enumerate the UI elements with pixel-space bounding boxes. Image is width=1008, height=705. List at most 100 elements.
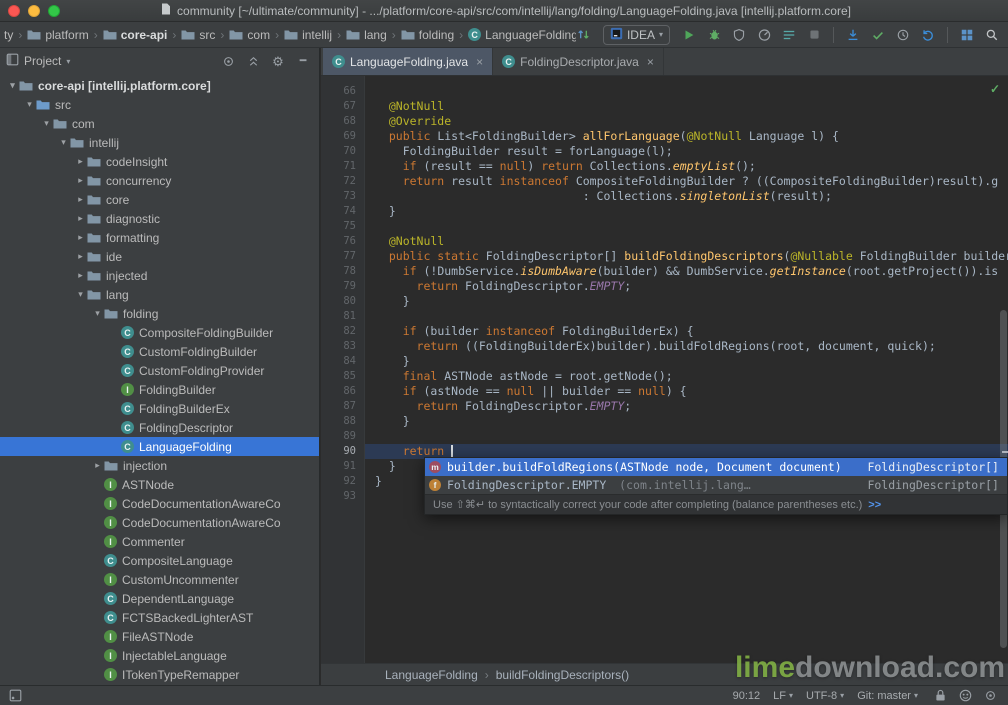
line-number[interactable]: 76	[321, 234, 364, 249]
toolwindow-switch-icon[interactable]	[7, 688, 23, 704]
line-number[interactable]: 93	[321, 489, 364, 504]
breadcrumb-item[interactable]: core-api	[101, 27, 170, 43]
line-number[interactable]: 73	[321, 189, 364, 204]
code-line[interactable]: if (!DumbService.isDumbAware(builder) &&…	[365, 264, 1008, 279]
code-line[interactable]: }	[365, 414, 1008, 429]
line-number[interactable]: 84	[321, 354, 364, 369]
chevron-down-icon[interactable]: ▾	[66, 57, 70, 66]
tree-item[interactable]: C CompositeFoldingBuilder	[0, 323, 319, 342]
line-number[interactable]: 66	[321, 84, 364, 99]
line-number[interactable]: 83	[321, 339, 364, 354]
code-line[interactable]: public static FoldingDescriptor[] buildF…	[365, 249, 1008, 264]
status-line-separator[interactable]: LF ▾	[773, 690, 793, 702]
tree-item[interactable]: ▸ codeInsight	[0, 152, 319, 171]
code-line[interactable]: if (astNode == null || builder == null) …	[365, 384, 1008, 399]
code-lines[interactable]: @NotNull @Override public List<FoldingBu…	[365, 76, 1008, 663]
tree-item[interactable]: C FoldingBuilderEx	[0, 399, 319, 418]
code-line[interactable]: }	[365, 204, 1008, 219]
tree-item[interactable]: ▸ injection	[0, 456, 319, 475]
line-number[interactable]: 80	[321, 294, 364, 309]
tab-close-icon[interactable]: ×	[476, 55, 483, 69]
debug-icon[interactable]	[706, 27, 722, 43]
breadcrumb-item[interactable]: folding	[399, 27, 456, 43]
code-line[interactable]: : Collections.singletonList(result);	[365, 189, 1008, 204]
vcs-commit-icon[interactable]	[870, 27, 886, 43]
locate-icon[interactable]	[982, 688, 998, 704]
code-line[interactable]: final ASTNode astNode = root.getNode();	[365, 369, 1008, 384]
tree-item[interactable]: C LanguageFolding	[0, 437, 319, 456]
tree-expanded-arrow-icon[interactable]: ▾	[57, 137, 70, 148]
tree-expanded-arrow-icon[interactable]: ▾	[23, 99, 36, 110]
code-line[interactable]	[365, 84, 1008, 99]
editor-tab[interactable]: C FoldingDescriptor.java ×	[493, 48, 664, 75]
line-number[interactable]: 87	[321, 399, 364, 414]
tree-item[interactable]: ▸ diagnostic	[0, 209, 319, 228]
tree-item[interactable]: I ASTNode	[0, 475, 319, 494]
run-icon[interactable]	[681, 27, 697, 43]
inspection-status-icon[interactable]: ✓	[990, 82, 1000, 96]
code-line[interactable]	[365, 309, 1008, 324]
lock-icon[interactable]	[932, 688, 948, 704]
line-number[interactable]: 90	[321, 444, 364, 459]
vcs-rollback-icon[interactable]	[920, 27, 936, 43]
status-vcs-branch[interactable]: Git: master ▾	[857, 690, 918, 702]
line-number[interactable]: 88	[321, 414, 364, 429]
tree-item[interactable]: ▾ core-api [intellij.platform.core]	[0, 76, 319, 95]
line-number[interactable]: 68	[321, 114, 364, 129]
tree-item[interactable]: ▾ intellij	[0, 133, 319, 152]
tree-collapsed-arrow-icon[interactable]: ▸	[74, 194, 87, 205]
breadcrumb-item[interactable]: ty	[2, 27, 15, 43]
code-line[interactable]: @NotNull	[365, 234, 1008, 249]
code-line[interactable]: @Override	[365, 114, 1008, 129]
code-line[interactable]: return result instanceof CompositeFoldin…	[365, 174, 1008, 189]
tree-expanded-arrow-icon[interactable]: ▾	[74, 289, 87, 300]
line-number[interactable]: 75	[321, 219, 364, 234]
tree-item[interactable]: ▾ folding	[0, 304, 319, 323]
line-number[interactable]: 74	[321, 204, 364, 219]
coverage-icon[interactable]	[731, 27, 747, 43]
tree-item[interactable]: ▸ concurrency	[0, 171, 319, 190]
tree-collapsed-arrow-icon[interactable]: ▸	[91, 460, 104, 471]
tree-expanded-arrow-icon[interactable]: ▾	[40, 118, 53, 129]
tree-item[interactable]: I CodeDocumentationAwareCo	[0, 513, 319, 532]
breadcrumb-item[interactable]: lang	[344, 27, 389, 43]
line-number[interactable]: 67	[321, 99, 364, 114]
status-encoding[interactable]: UTF-8 ▾	[806, 690, 844, 702]
tool-windows-icon[interactable]	[959, 27, 975, 43]
breadcrumb-item[interactable]: src	[179, 27, 217, 43]
tree-item[interactable]: ▸ core	[0, 190, 319, 209]
locate-icon[interactable]	[220, 53, 236, 69]
tree-item[interactable]: I InjectableLanguage	[0, 646, 319, 665]
code-line[interactable]: public List<FoldingBuilder> allForLangua…	[365, 129, 1008, 144]
line-number[interactable]: 71	[321, 159, 364, 174]
tree-collapsed-arrow-icon[interactable]: ▸	[74, 232, 87, 243]
profiler-icon[interactable]	[756, 27, 772, 43]
code-line[interactable]	[365, 219, 1008, 234]
tree-collapsed-arrow-icon[interactable]: ▸	[74, 213, 87, 224]
close-button[interactable]	[8, 4, 20, 17]
tree-collapsed-arrow-icon[interactable]: ▸	[74, 270, 87, 281]
tree-expanded-arrow-icon[interactable]: ▾	[91, 308, 104, 319]
code-line[interactable]: @NotNull	[365, 99, 1008, 114]
line-number[interactable]: 92	[321, 474, 364, 489]
tree-item[interactable]: I CustomUncommenter	[0, 570, 319, 589]
code-line[interactable]: return ((FoldingBuilderEx)builder).build…	[365, 339, 1008, 354]
line-number[interactable]: 82	[321, 324, 364, 339]
search-everywhere-icon[interactable]	[984, 27, 1000, 43]
line-number[interactable]: 89	[321, 429, 364, 444]
tree-item[interactable]: C FCTSBackedLighterAST	[0, 608, 319, 627]
breadcrumb-item[interactable]: intellij	[282, 27, 334, 43]
code-line[interactable]: }	[365, 354, 1008, 369]
breadcrumb-item[interactable]: C LanguageFolding	[466, 27, 576, 43]
project-panel-title[interactable]: Project	[24, 54, 61, 68]
line-number[interactable]: 72	[321, 174, 364, 189]
code-line[interactable]: FoldingBuilder result = forLanguage(l);	[365, 144, 1008, 159]
minimize-button[interactable]	[28, 4, 40, 17]
vcs-history-icon[interactable]	[895, 27, 911, 43]
tree-collapsed-arrow-icon[interactable]: ▸	[74, 175, 87, 186]
tree-item[interactable]: C CustomFoldingBuilder	[0, 342, 319, 361]
status-caret-position[interactable]: 90:12	[733, 690, 761, 702]
breadcrumb-method[interactable]: buildFoldingDescriptors()	[496, 668, 629, 682]
settings-gear-icon[interactable]: ⚙	[270, 53, 286, 69]
completion-item[interactable]: f FoldingDescriptor.EMPTY (com.intellij.l…	[425, 476, 1007, 494]
